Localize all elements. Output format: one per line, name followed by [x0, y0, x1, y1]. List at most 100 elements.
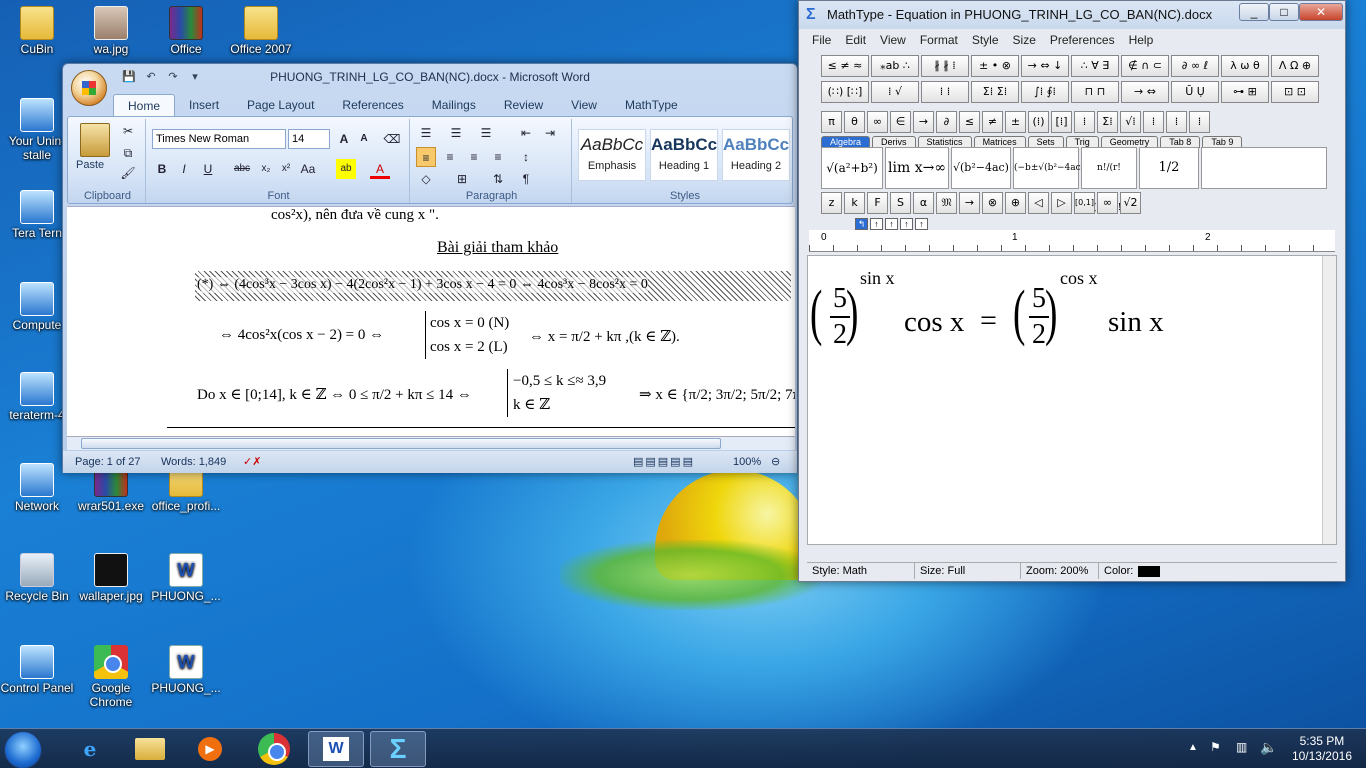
- brackets-template[interactable]: [⁞]: [1051, 111, 1072, 133]
- tab-stop-left-icon[interactable]: ↰: [855, 218, 868, 230]
- close-button[interactable]: ✕: [1299, 3, 1343, 21]
- infinity-symbol[interactable]: ∞: [867, 111, 888, 133]
- status-zoom[interactable]: Zoom: 200%: [1021, 563, 1099, 579]
- logic-palette[interactable]: ∴ ∀ ∃: [1071, 55, 1119, 77]
- palette-interval[interactable]: [0,1]: [1074, 192, 1095, 214]
- superscript-template[interactable]: ⁞: [1143, 111, 1164, 133]
- tab-stop-decimal-icon[interactable]: ↑: [900, 218, 913, 230]
- fraction-template[interactable]: ⁞: [1074, 111, 1095, 133]
- scrollbar-thumb[interactable]: [81, 438, 721, 449]
- page-count[interactable]: Page: 1 of 27: [75, 451, 140, 473]
- template-hypotenuse[interactable]: √(a²+b²): [821, 147, 883, 189]
- palette-sqrt2[interactable]: √2: [1120, 192, 1141, 214]
- template-discriminant[interactable]: √(b²−4ac): [951, 147, 1011, 189]
- mathtype-taskbar-button[interactable]: Σ: [370, 731, 426, 767]
- sum-template[interactable]: Σ⁞: [1097, 111, 1118, 133]
- maximize-button[interactable]: □: [1269, 3, 1299, 21]
- change-case-icon[interactable]: Aa: [298, 159, 318, 179]
- subscripts-palette[interactable]: ⁞ ⁞: [921, 81, 969, 103]
- template-combination[interactable]: n!/(r!(n−r)!): [1081, 147, 1137, 213]
- superscript-icon[interactable]: x²: [276, 159, 296, 179]
- desktop-icon-office-2007[interactable]: Office 2007: [224, 6, 298, 56]
- clear-formatting-icon[interactable]: ⌫: [382, 129, 402, 149]
- view-buttons-icon[interactable]: ▤▤▤▤▤: [633, 451, 695, 473]
- labeled-arrows-palette[interactable]: → ⇔: [1121, 81, 1169, 103]
- line-spacing-icon[interactable]: ↕: [516, 147, 536, 167]
- tab-page-layout[interactable]: Page Layout: [233, 94, 328, 116]
- shrink-font-icon[interactable]: A: [354, 129, 374, 149]
- tab-insert[interactable]: Insert: [175, 94, 233, 116]
- underline-icon[interactable]: U: [198, 159, 218, 179]
- integrals-palette[interactable]: ∫⁞ ∮⁞: [1021, 81, 1069, 103]
- desktop-icon-phuong-doc-1[interactable]: W PHUONG_...: [149, 553, 223, 603]
- palette-oplus[interactable]: ⊕: [1005, 192, 1026, 214]
- desktop-icon-wallaper-jpg[interactable]: wallaper.jpg: [74, 553, 148, 603]
- font-color-icon[interactable]: A: [370, 159, 390, 179]
- embellishments-palette[interactable]: ∦ ∦ ⁞: [921, 55, 969, 77]
- tab-home[interactable]: Home: [113, 94, 176, 116]
- element-of-symbol[interactable]: ∈: [890, 111, 911, 133]
- file-explorer-icon[interactable]: [122, 731, 178, 767]
- theta-symbol[interactable]: θ: [844, 111, 865, 133]
- align-center-icon[interactable]: ≡: [440, 147, 460, 167]
- menu-file[interactable]: File: [805, 31, 838, 49]
- tab-stop-center-icon[interactable]: ↑: [870, 218, 883, 230]
- font-size-select[interactable]: 14: [288, 129, 330, 149]
- status-color[interactable]: Color:: [1099, 563, 1138, 579]
- style-heading-1[interactable]: AaBbCc Heading 1: [650, 129, 718, 181]
- word-taskbar-button[interactable]: W: [308, 731, 364, 767]
- desktop-icon-wa-jpg[interactable]: wa.jpg: [74, 6, 148, 56]
- palette-alpha[interactable]: α: [913, 192, 934, 214]
- template-limit[interactable]: lim x→∞: [885, 147, 949, 189]
- greek-upper-palette[interactable]: Λ Ω ⊕: [1271, 55, 1319, 77]
- bold-icon[interactable]: B: [152, 159, 172, 179]
- palette-fraktur-m[interactable]: 𝔐: [936, 192, 957, 214]
- tab-stop-relation-icon[interactable]: ↑: [915, 218, 928, 230]
- template-half[interactable]: 1/2: [1139, 147, 1199, 189]
- palette-z[interactable]: z: [821, 192, 842, 214]
- leq-symbol[interactable]: ≤: [959, 111, 980, 133]
- palette-infinity[interactable]: ∞: [1097, 192, 1118, 214]
- document-area[interactable]: cos²x), nên đưa về cung x ". Bài giải th…: [67, 206, 795, 436]
- show-formatting-icon[interactable]: ¶: [516, 169, 536, 189]
- tab-mathtype[interactable]: MathType: [611, 94, 692, 116]
- desktop-icon-control-panel[interactable]: Control Panel: [0, 645, 74, 695]
- borders-icon[interactable]: ⊞: [452, 169, 472, 189]
- strikethrough-icon[interactable]: abc: [232, 159, 252, 179]
- clock[interactable]: 5:35 PM 10/13/2016: [1292, 734, 1352, 764]
- action-center-icon[interactable]: ⚑: [1210, 740, 1221, 754]
- palette-triangle-left[interactable]: ◁: [1028, 192, 1049, 214]
- palette-s[interactable]: S: [890, 192, 911, 214]
- justify-icon[interactable]: ≡: [488, 147, 508, 167]
- show-hidden-icons[interactable]: ▲: [1188, 742, 1198, 753]
- desktop-icon-office[interactable]: Office: [149, 6, 223, 56]
- template-empty-slot[interactable]: [1201, 147, 1327, 189]
- menu-format[interactable]: Format: [913, 31, 965, 49]
- parens-template[interactable]: (⁞): [1028, 111, 1049, 133]
- align-left-icon[interactable]: ≡: [416, 147, 436, 167]
- fences-palette[interactable]: (∷) [∷]: [821, 81, 869, 103]
- template-quadratic[interactable]: (−b±√(b²−4ac))/2a: [1013, 147, 1102, 189]
- paste-icon[interactable]: [80, 123, 110, 157]
- copy-icon[interactable]: ⧉: [118, 143, 138, 163]
- font-name-select[interactable]: Times New Roman: [152, 129, 286, 149]
- palette-otimes[interactable]: ⊗: [982, 192, 1003, 214]
- arrows-palette[interactable]: → ⇔ ↓: [1021, 55, 1069, 77]
- subsup-template[interactable]: ⁞: [1189, 111, 1210, 133]
- subscript-template[interactable]: ⁞: [1166, 111, 1187, 133]
- menu-style[interactable]: Style: [965, 31, 1006, 49]
- internet-explorer-icon[interactable]: e: [62, 731, 118, 767]
- vertical-scrollbar[interactable]: [1322, 256, 1336, 544]
- bullets-icon[interactable]: ☰: [416, 123, 436, 143]
- menu-help[interactable]: Help: [1122, 31, 1161, 49]
- operators-palette[interactable]: ± • ⊗: [971, 55, 1019, 77]
- fractions-palette[interactable]: ⁞ √: [871, 81, 919, 103]
- numbering-icon[interactable]: ☰: [446, 123, 466, 143]
- tab-review[interactable]: Review: [490, 94, 557, 116]
- tab-stop-right-icon[interactable]: ↑: [885, 218, 898, 230]
- palette-arrow[interactable]: →: [959, 192, 980, 214]
- italic-icon[interactable]: I: [174, 159, 194, 179]
- zoom-level[interactable]: 100%: [733, 451, 761, 473]
- tab-references[interactable]: References: [328, 94, 417, 116]
- increase-indent-icon[interactable]: ⇥: [540, 123, 560, 143]
